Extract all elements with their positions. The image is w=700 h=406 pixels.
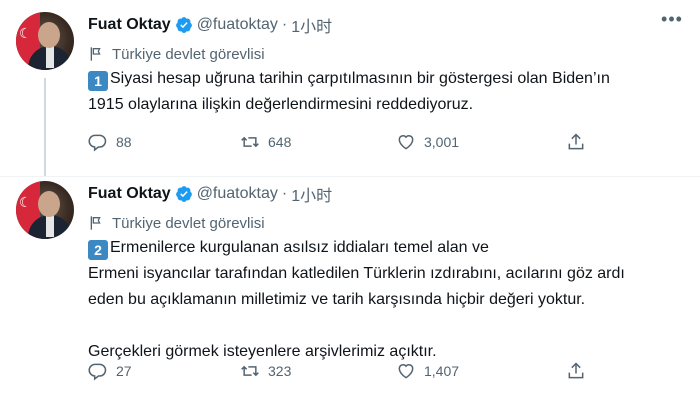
author-handle[interactable]: @fuatoktay — [197, 16, 278, 34]
author-name[interactable]: Fuat Oktay — [88, 185, 171, 203]
tweet-paragraph: 2 Ermenilerce kurgulanan asılsız iddialar… — [88, 235, 688, 261]
retweet-icon — [241, 365, 259, 377]
reply-icon — [88, 134, 107, 152]
keycap-number: 2 — [88, 240, 108, 260]
share-icon — [568, 133, 584, 150]
verified-badge-icon — [175, 17, 192, 33]
separator-dot: · — [281, 185, 288, 202]
retweet-icon — [241, 136, 259, 148]
tweet-content: Fuat Oktay @fuatoktay · 1小时 ••• Türkiye … — [88, 0, 684, 176]
retweet-button[interactable]: 323 — [240, 359, 291, 383]
share-button[interactable] — [566, 359, 594, 383]
tweet-paragraph: eden bu açıklamanın milletimiz ve tarih … — [88, 291, 586, 308]
account-label-text: Türkiye devlet görevlisi — [112, 45, 265, 63]
reply-count: 88 — [116, 134, 132, 150]
retweet-count: 648 — [268, 134, 292, 150]
flag-icon — [90, 47, 101, 61]
keycap-number: 1 — [88, 71, 108, 91]
tweet-paragraph: 1915 olaylarına ilişkin değerlendirmesin… — [88, 96, 474, 113]
avatar[interactable] — [16, 12, 74, 70]
tweet-text: 1 Siyasi hesap uğruna tarihin çarpıtılmas… — [88, 66, 688, 118]
tweet-paragraph: 1 Siyasi hesap uğruna tarihin çarpıtılmas… — [88, 66, 688, 92]
avatar-face — [38, 22, 60, 48]
like-count: 3,001 — [424, 134, 460, 150]
share-button[interactable] — [566, 130, 594, 154]
reply-button[interactable]: 27 — [88, 359, 132, 383]
reply-button[interactable]: 88 — [88, 130, 132, 154]
avatar[interactable] — [16, 181, 74, 239]
account-label-text: Türkiye devlet görevlisi — [112, 214, 265, 232]
heart-icon — [398, 364, 414, 379]
like-button[interactable]: 3,001 — [396, 130, 459, 154]
account-label[interactable]: Türkiye devlet görevlisi — [88, 44, 265, 64]
like-count: 1,407 — [424, 363, 460, 379]
tweet-header: Fuat Oktay @fuatoktay · 1小时 — [88, 14, 332, 36]
avatar-shirt — [46, 46, 54, 68]
tweet-actions: 27 323 1,407 — [88, 359, 688, 383]
heart-icon — [398, 135, 414, 150]
tweet-text: 2 Ermenilerce kurgulanan asılsız iddialar… — [88, 235, 688, 365]
account-label[interactable]: Türkiye devlet görevlisi — [88, 213, 265, 233]
like-button[interactable]: 1,407 — [396, 359, 459, 383]
reply-count: 27 — [116, 363, 132, 379]
reply-icon — [88, 363, 107, 381]
more-icon[interactable]: ••• — [660, 10, 684, 34]
tweet[interactable]: Fuat Oktay @fuatoktay · 1小时 ••• Türkiye … — [0, 0, 700, 176]
separator-dot: · — [281, 16, 288, 33]
avatar-shirt — [46, 215, 54, 237]
tweet[interactable]: Fuat Oktay @fuatoktay · 1小时 Türkiye devl… — [0, 176, 700, 406]
tweet-line: Siyasi hesap uğruna tarihin çarpıtılması… — [110, 70, 610, 87]
author-name[interactable]: Fuat Oktay — [88, 16, 171, 34]
timestamp[interactable]: 1小时 — [291, 13, 332, 37]
timestamp[interactable]: 1小时 — [291, 182, 332, 206]
retweet-count: 323 — [268, 363, 292, 379]
verified-badge-icon — [175, 186, 192, 202]
tweet-paragraph: Ermeni isyancılar tarafından katledilen … — [88, 265, 625, 282]
share-icon — [568, 362, 584, 379]
tweet-line: Ermenilerce kurgulanan asılsız iddiaları… — [110, 239, 489, 256]
tweet-header: Fuat Oktay @fuatoktay · 1小时 — [88, 183, 332, 205]
tweet-actions: 88 648 3,001 — [88, 130, 688, 154]
tweet-content: Fuat Oktay @fuatoktay · 1小时 Türkiye devl… — [88, 169, 684, 399]
retweet-button[interactable]: 648 — [240, 130, 291, 154]
flag-icon — [90, 216, 101, 230]
thread-line — [44, 78, 46, 176]
author-handle[interactable]: @fuatoktay — [197, 185, 278, 203]
avatar-face — [38, 191, 60, 217]
